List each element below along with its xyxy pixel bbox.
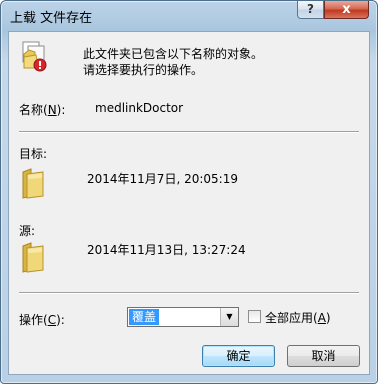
message-line-1: 此文件夹已包含以下名称的对象。 <box>83 47 264 61</box>
cancel-button[interactable]: 取消 <box>287 345 360 367</box>
separator-top <box>19 131 359 133</box>
name-value: medlinkDoctor <box>95 101 184 115</box>
title-bar: 上载 文件存在 ? x <box>1 1 377 31</box>
apply-all-label[interactable]: 全部应用(A) <box>265 309 331 326</box>
folder-icon <box>21 240 47 274</box>
name-label-accesskey: N <box>47 103 57 117</box>
target-label: 目标: <box>19 147 48 161</box>
ok-button[interactable]: 确定 <box>202 345 275 367</box>
file-warning-icon <box>21 40 51 74</box>
dialog-body: 此文件夹已包含以下名称的对象。 请选择要执行的操作。 名称(N): medlin… <box>8 31 370 375</box>
source-date: 2014年11月13日, 13:27:24 <box>87 243 246 257</box>
window-title: 上载 文件存在 <box>10 11 93 26</box>
operation-label-suffix: ): <box>56 313 65 327</box>
operation-label-accesskey: C <box>47 313 57 327</box>
name-label: 名称(N): <box>19 101 65 118</box>
source-label: 源: <box>19 224 36 238</box>
apply-all-checkbox[interactable] <box>248 310 261 323</box>
operation-label: 操作(C): <box>19 311 65 328</box>
apply-all-suffix: ) <box>325 311 331 325</box>
folder-icon <box>21 166 47 200</box>
message-line-2: 请选择要执行的操作。 <box>83 63 204 77</box>
name-label-suffix: ): <box>56 103 66 117</box>
operation-selected-value: 覆盖 <box>129 309 160 325</box>
operation-label-prefix: 操作( <box>19 313 48 327</box>
target-date: 2014年11月7日, 20:05:19 <box>87 172 238 186</box>
dialog-window: 上载 文件存在 ? x 此文件夹已包含以下名称的对象。 请选择要执行的操作。 名… <box>0 0 378 384</box>
apply-all-prefix: 全部应用( <box>265 311 318 325</box>
apply-all-accesskey: A <box>317 311 326 325</box>
chevron-down-icon[interactable]: ▼ <box>220 308 238 326</box>
help-button[interactable]: ? <box>297 1 324 19</box>
separator-bottom <box>19 292 359 294</box>
operation-select[interactable]: 覆盖 ▼ <box>127 307 239 327</box>
close-button[interactable]: x <box>324 1 369 19</box>
name-label-prefix: 名称( <box>19 103 48 117</box>
